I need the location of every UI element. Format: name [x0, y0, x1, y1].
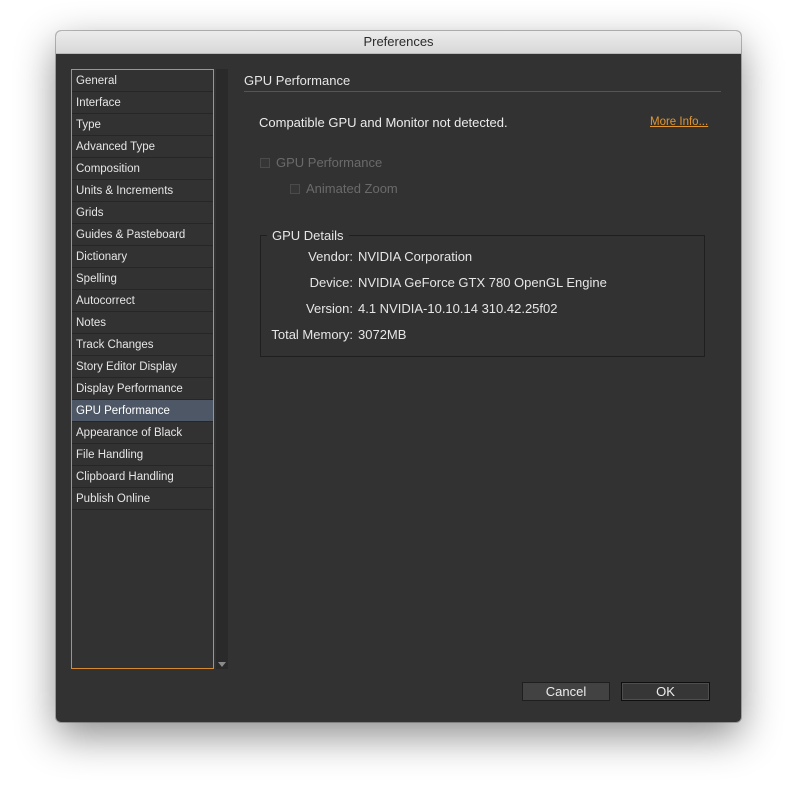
sidebar-item-interface[interactable]: Interface: [72, 92, 213, 114]
gpu-not-detected-message: Compatible GPU and Monitor not detected.: [259, 115, 508, 130]
sidebar-item-grids[interactable]: Grids: [72, 202, 213, 224]
window-title: Preferences: [56, 31, 741, 54]
sidebar-item-publish-online[interactable]: Publish Online: [72, 488, 213, 510]
more-info-link[interactable]: More Info...: [650, 116, 708, 128]
sidebar-item-notes[interactable]: Notes: [72, 312, 213, 334]
vendor-label: Vendor:: [308, 249, 353, 264]
version-value: 4.1 NVIDIA-10.10.14 310.42.25f02: [358, 301, 558, 316]
sidebar-item-advanced-type[interactable]: Advanced Type: [72, 136, 213, 158]
animated-zoom-checkbox-label: Animated Zoom: [306, 181, 398, 196]
cancel-button[interactable]: Cancel: [522, 682, 610, 701]
sidebar-item-clipboard-handling[interactable]: Clipboard Handling: [72, 466, 213, 488]
sidebar-item-type[interactable]: Type: [72, 114, 213, 136]
gpu-performance-checkbox-row[interactable]: GPU Performance: [260, 155, 382, 170]
gpu-performance-checkbox[interactable]: [260, 157, 270, 168]
sidebar-item-autocorrect[interactable]: Autocorrect: [72, 290, 213, 312]
animated-zoom-checkbox[interactable]: [290, 183, 300, 194]
sidebar-item-composition[interactable]: Composition: [72, 158, 213, 180]
vendor-value: NVIDIA Corporation: [358, 249, 473, 264]
section-divider: [244, 91, 721, 92]
version-label: Version:: [306, 301, 353, 316]
device-value: NVIDIA GeForce GTX 780 OpenGL Engine: [358, 275, 607, 290]
sidebar-scrollbar[interactable]: [216, 69, 228, 669]
sidebar-item-gpu-performance[interactable]: GPU Performance: [72, 400, 213, 422]
sidebar-item-story-editor-display[interactable]: Story Editor Display: [72, 356, 213, 378]
total-memory-label: Total Memory:: [271, 327, 353, 342]
animated-zoom-checkbox-row[interactable]: Animated Zoom: [290, 181, 398, 196]
sidebar-item-guides-pasteboard[interactable]: Guides & Pasteboard: [72, 224, 213, 246]
preferences-dialog: Preferences General Interface Type Advan…: [56, 31, 741, 722]
scroll-down-arrow-icon[interactable]: [218, 662, 226, 667]
gpu-performance-checkbox-label: GPU Performance: [276, 155, 383, 170]
total-memory-value: 3072MB: [358, 327, 407, 342]
device-label: Device:: [309, 275, 353, 290]
sidebar-item-spelling[interactable]: Spelling: [72, 268, 213, 290]
sidebar-item-units-increments[interactable]: Units & Increments: [72, 180, 213, 202]
sidebar-item-display-performance[interactable]: Display Performance: [72, 378, 213, 400]
sidebar-item-general[interactable]: General: [72, 70, 213, 92]
sidebar-item-dictionary[interactable]: Dictionary: [72, 246, 213, 268]
sidebar-item-track-changes[interactable]: Track Changes: [72, 334, 213, 356]
sidebar-item-file-handling[interactable]: File Handling: [72, 444, 213, 466]
preferences-category-list[interactable]: General Interface Type Advanced Type Com…: [71, 69, 214, 669]
section-title: GPU Performance: [244, 73, 351, 88]
sidebar-item-appearance-of-black[interactable]: Appearance of Black: [72, 422, 213, 444]
gpu-details-title: GPU Details: [267, 228, 349, 243]
ok-button[interactable]: OK: [621, 682, 710, 701]
